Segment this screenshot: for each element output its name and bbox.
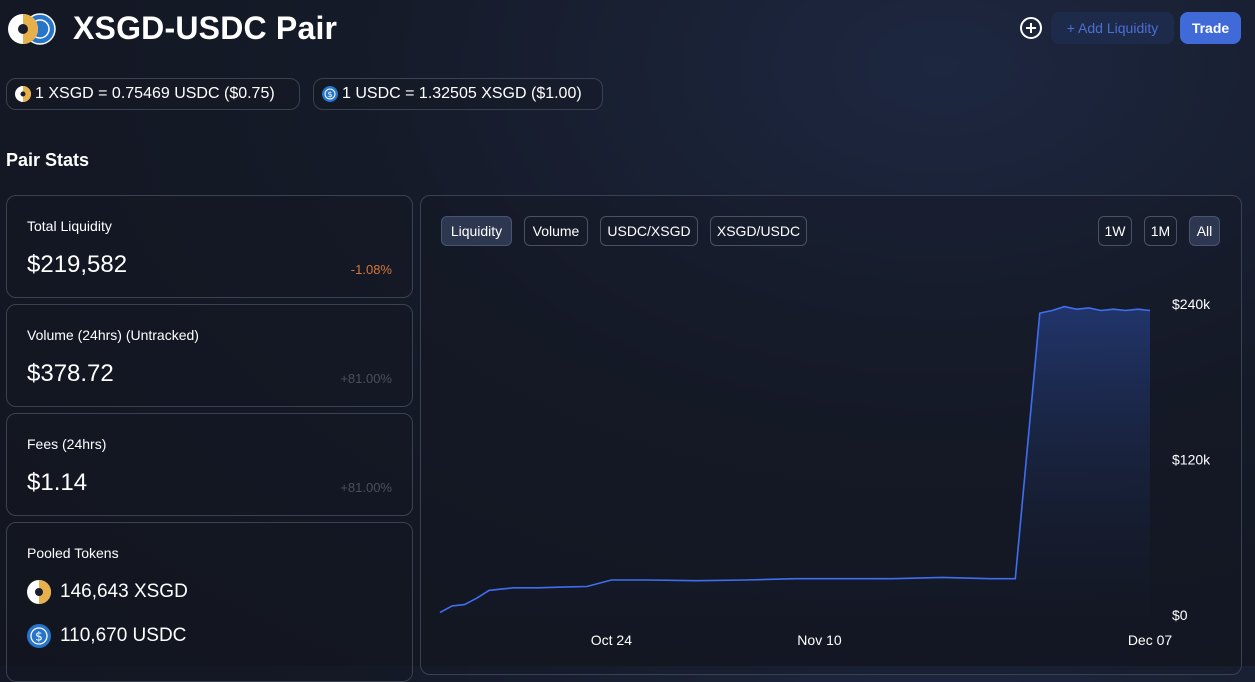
xsgd-token-icon	[15, 86, 31, 102]
svg-text:$: $	[35, 630, 43, 644]
pooled-xsgd-amount: 146,643 XSGD	[60, 581, 188, 602]
pooled-usdc-amount: 110,670 USDC	[60, 625, 187, 646]
tab-usdc-xsgd[interactable]: USDC/XSGD	[600, 216, 698, 246]
range-all-button[interactable]: All	[1189, 216, 1220, 246]
page-title: XSGD-USDC Pair	[73, 10, 338, 46]
volume-change: +81.00%	[340, 371, 392, 386]
tab-volume[interactable]: Volume	[524, 216, 588, 246]
usdc-token-icon: $	[27, 624, 51, 648]
y-tick-label: $240k	[1172, 296, 1211, 312]
xsgd-token-icon	[27, 580, 51, 604]
usdc-token-icon: $	[322, 86, 338, 102]
usdc-rate-text: 1 USDC = 1.32505 XSGD ($1.00)	[342, 85, 582, 102]
pooled-tokens-label: Pooled Tokens	[27, 545, 119, 561]
x-tick-label: Dec 07	[1128, 632, 1173, 648]
add-liquidity-button[interactable]: + Add Liquidity	[1051, 12, 1174, 44]
total-liquidity-change: -1.08%	[350, 262, 392, 277]
xsgd-rate-pill[interactable]: 1 XSGD = 0.75469 USDC ($0.75)	[6, 78, 300, 110]
volume-label: Volume (24hrs) (Untracked)	[27, 327, 199, 343]
fees-change: +81.00%	[340, 480, 392, 495]
pooled-tokens-card: Pooled Tokens 146,643 XSGD $ 110,670 USD…	[6, 522, 413, 682]
x-tick-label: Oct 24	[591, 632, 632, 648]
add-circle-icon[interactable]	[1019, 16, 1043, 40]
total-liquidity-card: Total Liquidity $219,582 -1.08%	[6, 195, 413, 298]
usdc-rate-pill[interactable]: $ 1 USDC = 1.32505 XSGD ($1.00)	[313, 78, 603, 110]
fees-label: Fees (24hrs)	[27, 436, 107, 452]
y-tick-label: $0	[1172, 607, 1188, 623]
pooled-token-row: 146,643 XSGD	[27, 580, 188, 604]
total-liquidity-value: $219,582	[27, 251, 128, 278]
liquidity-area	[440, 306, 1150, 615]
liquidity-chart: $240k $120k $0 Oct 24 Nov 10 Dec 07	[439, 296, 1211, 648]
volume-card: Volume (24hrs) (Untracked) $378.72 +81.0…	[6, 304, 413, 407]
xsgd-usdc-pair-logo	[8, 13, 56, 45]
pair-stats-title: Pair Stats	[6, 150, 90, 170]
fees-card: Fees (24hrs) $1.14 +81.00%	[6, 413, 413, 516]
x-tick-label: Nov 10	[797, 632, 842, 648]
y-tick-label: $120k	[1172, 452, 1211, 468]
trade-button[interactable]: Trade	[1180, 12, 1241, 44]
volume-value: $378.72	[27, 360, 114, 387]
xsgd-rate-text: 1 XSGD = 0.75469 USDC ($0.75)	[35, 85, 275, 102]
svg-text:$: $	[327, 90, 332, 99]
fees-value: $1.14	[27, 469, 88, 496]
pooled-token-row: $ 110,670 USDC	[27, 624, 186, 648]
range-1w-button[interactable]: 1W	[1098, 216, 1132, 246]
range-1m-button[interactable]: 1M	[1144, 216, 1177, 246]
tab-liquidity[interactable]: Liquidity	[441, 216, 512, 246]
tab-xsgd-usdc[interactable]: XSGD/USDC	[710, 216, 807, 246]
total-liquidity-label: Total Liquidity	[27, 218, 112, 234]
